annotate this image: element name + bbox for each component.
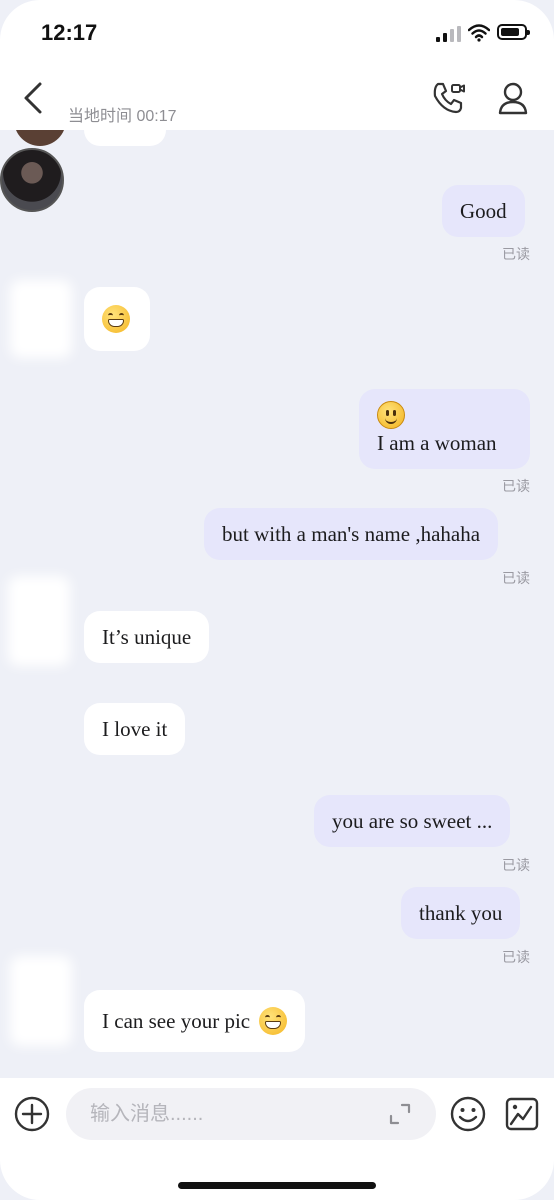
read-receipt: 已读 [502, 949, 530, 965]
outgoing-message[interactable]: but with a man's name ,hahaha [204, 508, 499, 560]
composer-bar [0, 1078, 554, 1200]
outgoing-message[interactable]: Good [442, 185, 525, 237]
outgoing-message[interactable]: thank you [401, 887, 521, 939]
contact-avatar [8, 576, 70, 666]
read-receipt: 已读 [502, 246, 530, 262]
contact-avatar [10, 956, 72, 1046]
home-indicator [178, 1182, 376, 1189]
contact-avatar [10, 280, 72, 358]
message-text: It’s unique [102, 625, 192, 649]
outgoing-message[interactable]: you are so sweet ... [314, 795, 511, 847]
video-call-icon[interactable] [430, 80, 466, 116]
message-input[interactable] [66, 1088, 436, 1140]
phone-screen: 12:17 当地时间 00:17 Good 已读 I am a woman 已读… [0, 0, 554, 1200]
contact-avatar [14, 130, 66, 146]
smiling-face-icon [377, 401, 405, 429]
outgoing-message[interactable]: I am a woman [359, 389, 530, 469]
message-text: I am a woman [377, 431, 497, 455]
image-icon[interactable] [504, 1096, 540, 1132]
incoming-message[interactable]: It’s unique [84, 611, 210, 663]
incoming-message[interactable] [84, 287, 150, 351]
message-text: thank you [419, 901, 503, 925]
message-text: I can see your pic [102, 1009, 251, 1033]
incoming-message[interactable]: I can see your pic [84, 990, 306, 1052]
grinning-face-icon [102, 305, 130, 334]
read-receipt: 已读 [502, 478, 530, 494]
incoming-message[interactable]: I love it [84, 703, 186, 755]
message-text: but with a man's name ,hahaha [222, 522, 481, 546]
back-icon[interactable] [18, 78, 48, 118]
status-time: 12:17 [41, 20, 98, 45]
grinning-face-icon [259, 1007, 288, 1036]
message-text: you are so sweet ... [332, 809, 493, 833]
user-avatar[interactable] [0, 148, 64, 212]
local-time: 当地时间 00:17 [68, 108, 177, 125]
battery-icon [497, 24, 530, 40]
message-list[interactable]: Good 已读 I am a woman 已读 but with a man's… [0, 130, 554, 1078]
status-bar: 12:17 [0, 0, 554, 70]
chat-header: 当地时间 00:17 [0, 70, 554, 130]
cellular-signal-icon [436, 26, 461, 42]
plus-icon[interactable] [14, 1096, 50, 1132]
expand-icon[interactable] [388, 1102, 412, 1126]
contact-profile-icon[interactable] [496, 80, 530, 116]
read-receipt: 已读 [502, 857, 530, 873]
message-text: I love it [102, 717, 168, 741]
wifi-icon [468, 24, 490, 42]
emoji-icon[interactable] [450, 1096, 486, 1132]
read-receipt: 已读 [502, 570, 530, 586]
message-text: Good [460, 199, 507, 223]
message-bubble-partial [84, 130, 166, 146]
